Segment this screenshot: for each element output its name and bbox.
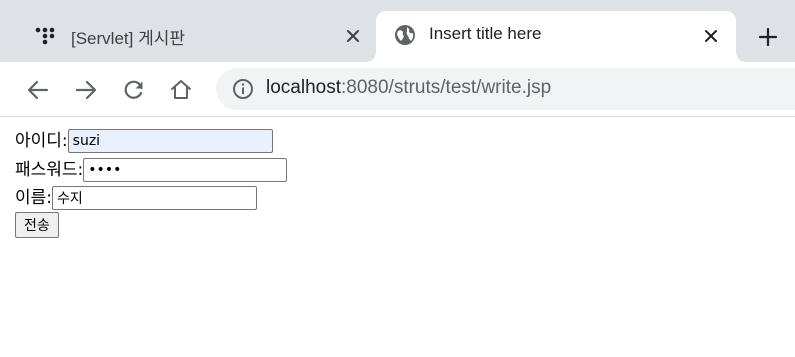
id-label: 아이디: bbox=[15, 131, 68, 151]
close-icon[interactable] bbox=[699, 24, 723, 48]
new-tab-button[interactable] bbox=[752, 22, 784, 52]
back-button[interactable] bbox=[23, 75, 53, 105]
id-input[interactable] bbox=[67, 129, 273, 153]
tab-insert-title[interactable]: Insert title here bbox=[376, 11, 736, 62]
password-row: 패스워드: bbox=[15, 158, 288, 182]
name-input[interactable] bbox=[52, 186, 258, 210]
home-button[interactable] bbox=[166, 75, 196, 105]
name-label: 이름: bbox=[15, 188, 53, 208]
url-path: :8080/struts/test/write.jsp bbox=[341, 77, 552, 98]
info-icon[interactable] bbox=[232, 78, 254, 100]
id-row: 아이디: bbox=[15, 129, 273, 153]
back-arrow-icon bbox=[26, 78, 50, 102]
url-text[interactable]: localhost:8080/struts/test/write.jsp bbox=[266, 77, 551, 99]
close-icon[interactable] bbox=[341, 24, 365, 48]
url-host: localhost bbox=[266, 77, 341, 98]
home-icon bbox=[169, 78, 193, 102]
reload-icon bbox=[122, 78, 146, 102]
page-content: 아이디: 패스워드: 이름: 전송 bbox=[0, 117, 795, 357]
submit-button[interactable]: 전송 bbox=[15, 212, 59, 238]
tab-title: Insert title here bbox=[429, 24, 542, 43]
grid-dots-icon bbox=[34, 25, 56, 47]
password-label: 패스워드: bbox=[15, 160, 84, 180]
plus-icon bbox=[758, 27, 778, 47]
globe-icon bbox=[394, 24, 416, 46]
tab-strip: [Servlet] 게시판 Insert title here bbox=[0, 0, 795, 62]
browser-toolbar: localhost:8080/struts/test/write.jsp bbox=[0, 62, 795, 117]
forward-button[interactable] bbox=[71, 75, 101, 105]
tab-title: [Servlet] 게시판 bbox=[71, 29, 185, 48]
password-input[interactable] bbox=[83, 158, 288, 182]
name-row: 이름: bbox=[15, 186, 258, 210]
forward-arrow-icon bbox=[74, 78, 98, 102]
address-bar[interactable]: localhost:8080/struts/test/write.jsp bbox=[216, 68, 795, 110]
reload-button[interactable] bbox=[119, 75, 149, 105]
tab-servlet-board[interactable]: [Servlet] 게시판 bbox=[0, 11, 376, 62]
